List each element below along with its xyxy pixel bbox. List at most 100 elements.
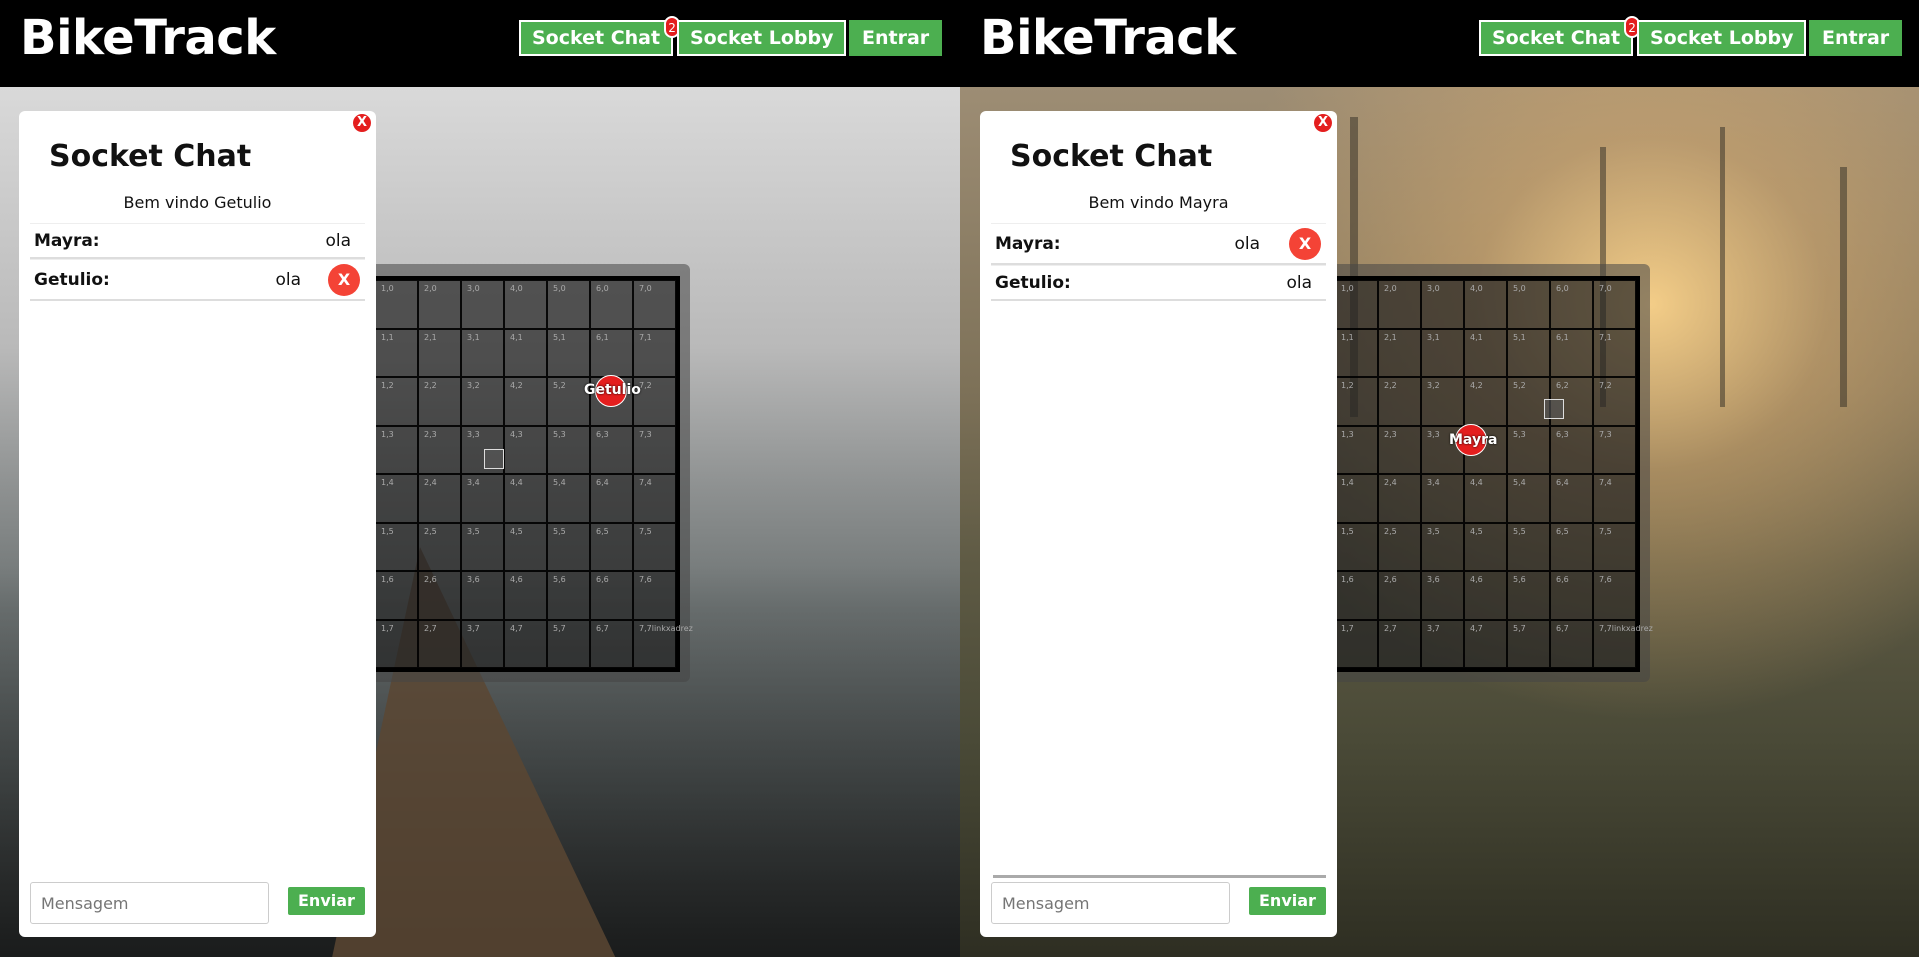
board-cell[interactable]: 7,3	[633, 425, 676, 474]
board-cell[interactable]: 3,1	[461, 328, 504, 377]
socket-chat-button[interactable]: Socket Chat 2	[519, 16, 681, 56]
board-cell[interactable]: 7,6	[633, 571, 676, 620]
message-input[interactable]	[30, 882, 269, 924]
board-cell[interactable]: 6,3	[590, 425, 633, 474]
board-cell[interactable]: 6,6	[590, 571, 633, 620]
board-cell[interactable]: 2,7	[1378, 619, 1421, 668]
board-cell[interactable]: 1,1	[1335, 328, 1378, 377]
game-board[interactable]: 0,01,02,03,04,05,06,07,00,11,12,13,14,15…	[328, 276, 693, 672]
board-cell[interactable]: 1,2	[375, 377, 418, 426]
board-cell[interactable]: 1,5	[1335, 522, 1378, 571]
board-cell[interactable]: 7,1	[1593, 328, 1636, 377]
board-cell[interactable]: 6,5	[1550, 522, 1593, 571]
send-button[interactable]: Enviar	[1249, 887, 1326, 915]
socket-lobby-button[interactable]: Socket Lobby	[677, 20, 847, 56]
board-cell[interactable]: 5,6	[547, 571, 590, 620]
board-cell[interactable]: 5,0	[547, 280, 590, 329]
board-cell[interactable]: 7,6	[1593, 571, 1636, 620]
board-cell[interactable]: 1,4	[375, 474, 418, 523]
board-cell[interactable]: 4,4	[504, 474, 547, 523]
board-cell[interactable]: 5,5	[547, 522, 590, 571]
board-cell[interactable]: 3,0	[1421, 280, 1464, 329]
board-cell[interactable]: 5,4	[547, 474, 590, 523]
board-cell[interactable]: 3,7	[1421, 619, 1464, 668]
board-cell[interactable]: 6,5	[590, 522, 633, 571]
board-cell[interactable]: 6,3	[1550, 425, 1593, 474]
game-board[interactable]: 0,01,02,03,04,05,06,07,00,11,12,13,14,15…	[1288, 276, 1653, 672]
message-input[interactable]	[991, 882, 1230, 924]
board-cell[interactable]: 6,1	[1550, 328, 1593, 377]
board-cell[interactable]: 5,0	[1507, 280, 1550, 329]
board-cell[interactable]: 1,6	[1335, 571, 1378, 620]
board-cell[interactable]: 7,4	[1593, 474, 1636, 523]
board-cell[interactable]: 5,3	[1507, 425, 1550, 474]
board-cell[interactable]: 1,1	[375, 328, 418, 377]
login-button[interactable]: Entrar	[1809, 20, 1903, 56]
board-cell[interactable]: 7,7linkxadrez	[633, 619, 693, 668]
board-cell[interactable]: 4,6	[504, 571, 547, 620]
board-cell[interactable]: 4,0	[504, 280, 547, 329]
board-cell[interactable]: 2,3	[1378, 425, 1421, 474]
board-cell[interactable]: 7,0	[1593, 280, 1636, 329]
board-cell[interactable]: 2,2	[1378, 377, 1421, 426]
board-cell[interactable]: 7,4	[633, 474, 676, 523]
board-cell[interactable]: 7,3	[1593, 425, 1636, 474]
board-cell[interactable]: 4,7	[1464, 619, 1507, 668]
board-cell[interactable]: 1,2	[1335, 377, 1378, 426]
board-cell[interactable]: 1,3	[1335, 425, 1378, 474]
board-cell[interactable]: 6,4	[590, 474, 633, 523]
board-cell[interactable]: 1,4	[1335, 474, 1378, 523]
board-cell[interactable]: 5,5	[1507, 522, 1550, 571]
board-cell[interactable]: 4,5	[504, 522, 547, 571]
board-cell[interactable]: 6,0	[590, 280, 633, 329]
board-cell[interactable]: 4,0	[1464, 280, 1507, 329]
board-cell[interactable]: 5,1	[547, 328, 590, 377]
board-cell[interactable]: 3,0	[461, 280, 504, 329]
board-cell[interactable]: 1,0	[1335, 280, 1378, 329]
delete-message-button[interactable]: X	[328, 264, 360, 296]
board-cell[interactable]: 2,4	[418, 474, 461, 523]
board-cell[interactable]: 4,6	[1464, 571, 1507, 620]
logo[interactable]: BikeTrack	[20, 10, 276, 66]
board-cell[interactable]: 2,1	[418, 328, 461, 377]
board-cell[interactable]: 3,6	[461, 571, 504, 620]
board-cell[interactable]: 1,6	[375, 571, 418, 620]
board-cell[interactable]: 4,7	[504, 619, 547, 668]
socket-lobby-button[interactable]: Socket Lobby	[1637, 20, 1807, 56]
board-cell[interactable]: 7,5	[1593, 522, 1636, 571]
logo[interactable]: BikeTrack	[980, 10, 1236, 66]
board-cell[interactable]: 5,7	[547, 619, 590, 668]
board-cell[interactable]: 4,2	[1464, 377, 1507, 426]
board-cell[interactable]: 5,4	[1507, 474, 1550, 523]
board-cell[interactable]: 4,3	[504, 425, 547, 474]
board-cell[interactable]: 1,0	[375, 280, 418, 329]
board-cell[interactable]: 3,5	[461, 522, 504, 571]
board-cell[interactable]: 2,3	[418, 425, 461, 474]
board-cell[interactable]: 5,1	[1507, 328, 1550, 377]
login-button[interactable]: Entrar	[849, 20, 943, 56]
board-cell[interactable]: 3,2	[461, 377, 504, 426]
board-cell[interactable]: 3,1	[1421, 328, 1464, 377]
board-cell[interactable]: 6,0	[1550, 280, 1593, 329]
board-cell[interactable]: 4,4	[1464, 474, 1507, 523]
board-cell[interactable]: 6,7	[590, 619, 633, 668]
board-cell[interactable]: 6,6	[1550, 571, 1593, 620]
board-cell[interactable]: 2,5	[1378, 522, 1421, 571]
board-cell[interactable]: 7,2	[1593, 377, 1636, 426]
board-cell[interactable]: 6,7	[1550, 619, 1593, 668]
board-cell[interactable]: 5,6	[1507, 571, 1550, 620]
board-cell[interactable]: 4,2	[504, 377, 547, 426]
board-cell[interactable]: 3,7	[461, 619, 504, 668]
socket-chat-button[interactable]: Socket Chat 2	[1479, 16, 1641, 56]
board-cell[interactable]: 1,7	[1335, 619, 1378, 668]
send-button[interactable]: Enviar	[288, 887, 365, 915]
board-cell[interactable]: 2,7	[418, 619, 461, 668]
board-cell[interactable]: 2,1	[1378, 328, 1421, 377]
board-cell[interactable]: 3,4	[1421, 474, 1464, 523]
board-cell[interactable]: 4,1	[1464, 328, 1507, 377]
board-cell[interactable]: 2,4	[1378, 474, 1421, 523]
board-cell[interactable]: 1,5	[375, 522, 418, 571]
board-cell[interactable]: 3,5	[1421, 522, 1464, 571]
board-cell[interactable]: 3,4	[461, 474, 504, 523]
board-cell[interactable]: 3,2	[1421, 377, 1464, 426]
